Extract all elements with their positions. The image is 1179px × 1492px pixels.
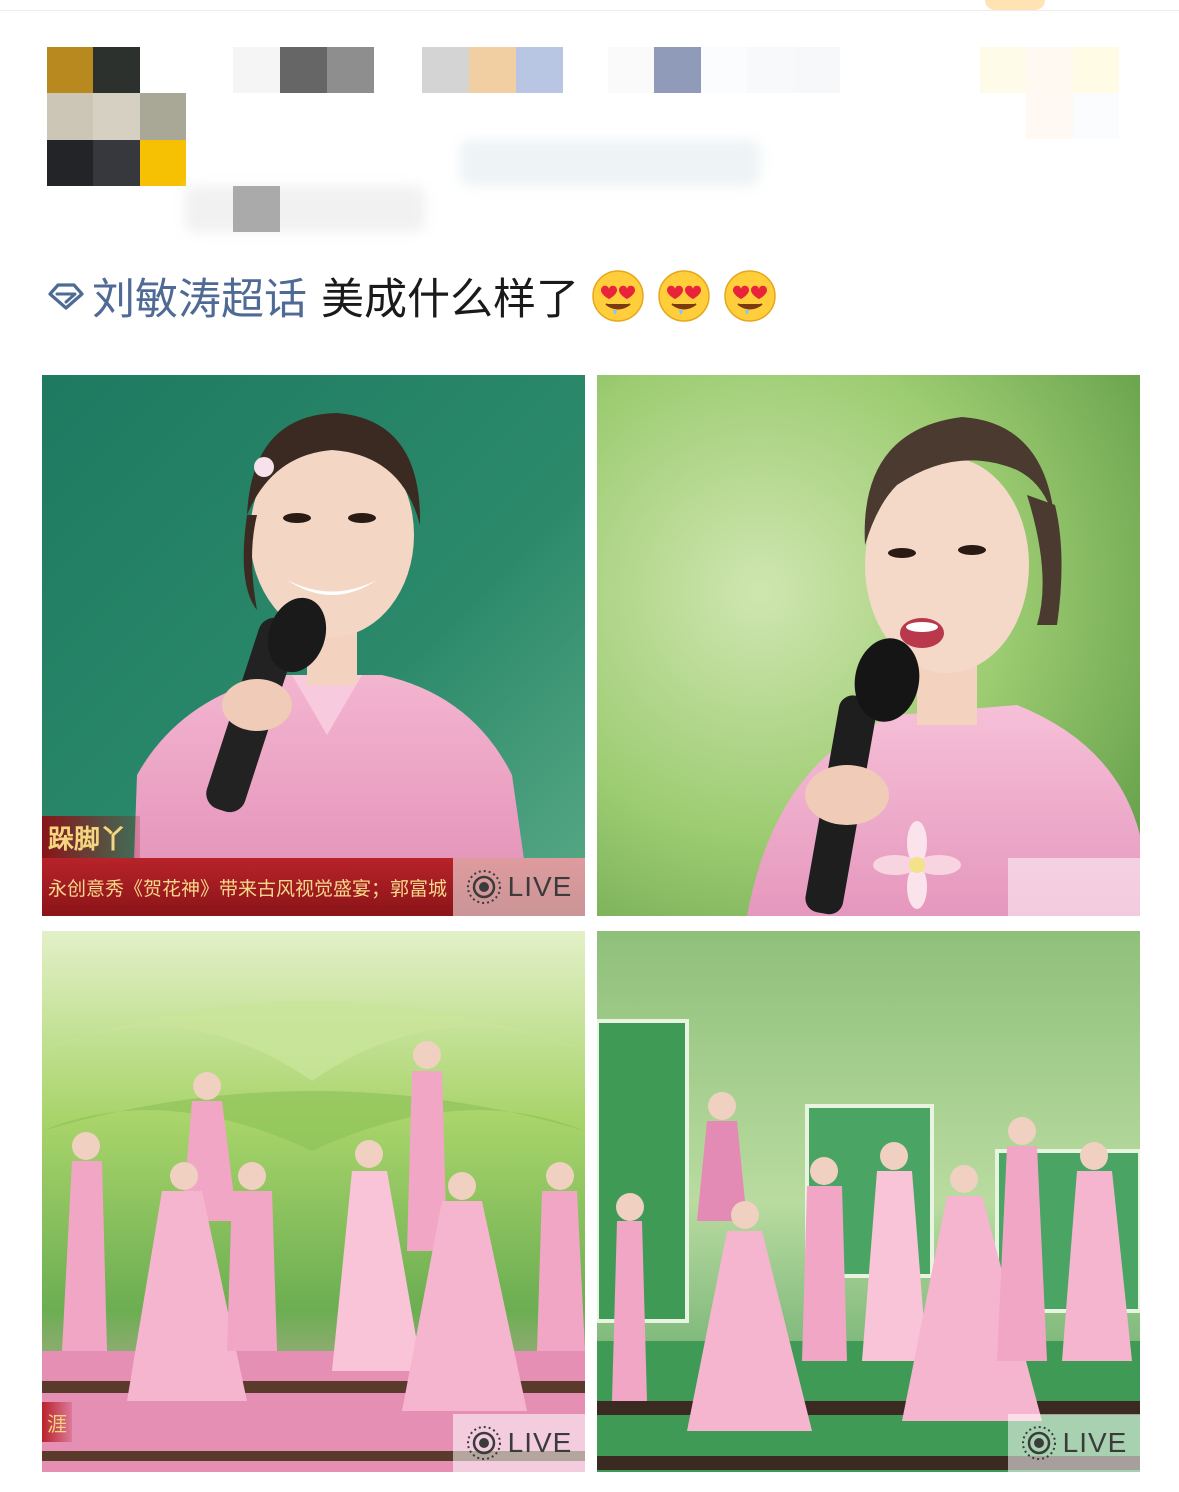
photo-2-image: [597, 375, 1140, 916]
avatar[interactable]: [47, 47, 186, 186]
watermark-redacted: [1008, 858, 1140, 916]
photo-3-image: [42, 931, 585, 1472]
post-text: 美成什么样了: [321, 275, 579, 325]
live-photo-badge[interactable]: LIVE: [453, 858, 585, 916]
live-photo-icon: [1021, 1426, 1056, 1460]
live-photo-icon: [466, 1426, 501, 1460]
username-redacted[interactable]: [233, 47, 563, 93]
super-topic-link[interactable]: 刘敏涛超话: [92, 265, 307, 327]
tv-caption-corner: 涯: [42, 1402, 72, 1442]
post-source-redacted: [185, 186, 425, 232]
heart-eyes-drooling-emoji: [658, 270, 710, 322]
live-label: LIVE: [1062, 1427, 1128, 1458]
photo-2[interactable]: [597, 375, 1140, 916]
heart-eyes-drooling-emoji: [724, 270, 776, 322]
follow-button-redacted[interactable]: [980, 47, 1119, 139]
live-label: LIVE: [507, 1427, 573, 1458]
timestamp-redacted: [233, 186, 280, 232]
live-label: LIVE: [507, 871, 573, 902]
post-meta-redacted: [460, 140, 760, 186]
photo-1[interactable]: 永创意秀《贺花神》带来古风视觉盛宴；郭富城 跺脚丫 LIVE: [42, 375, 585, 916]
user-badges-redacted: [608, 47, 840, 93]
photo-4[interactable]: LIVE: [597, 931, 1140, 1472]
heart-eyes-drooling-emoji: [592, 270, 644, 322]
live-photo-icon: [466, 870, 501, 904]
photo-3[interactable]: 涯 LIVE: [42, 931, 585, 1472]
super-topic-diamond-icon: [48, 283, 84, 310]
live-photo-badge[interactable]: LIVE: [1008, 1414, 1140, 1472]
live-photo-badge[interactable]: LIVE: [453, 1414, 585, 1472]
post-content: 刘敏涛超话 美成什么样了: [44, 264, 777, 328]
top-decoration: [985, 0, 1045, 10]
tv-caption-tag: 跺脚丫: [42, 816, 141, 858]
photo-4-image: [597, 931, 1140, 1472]
